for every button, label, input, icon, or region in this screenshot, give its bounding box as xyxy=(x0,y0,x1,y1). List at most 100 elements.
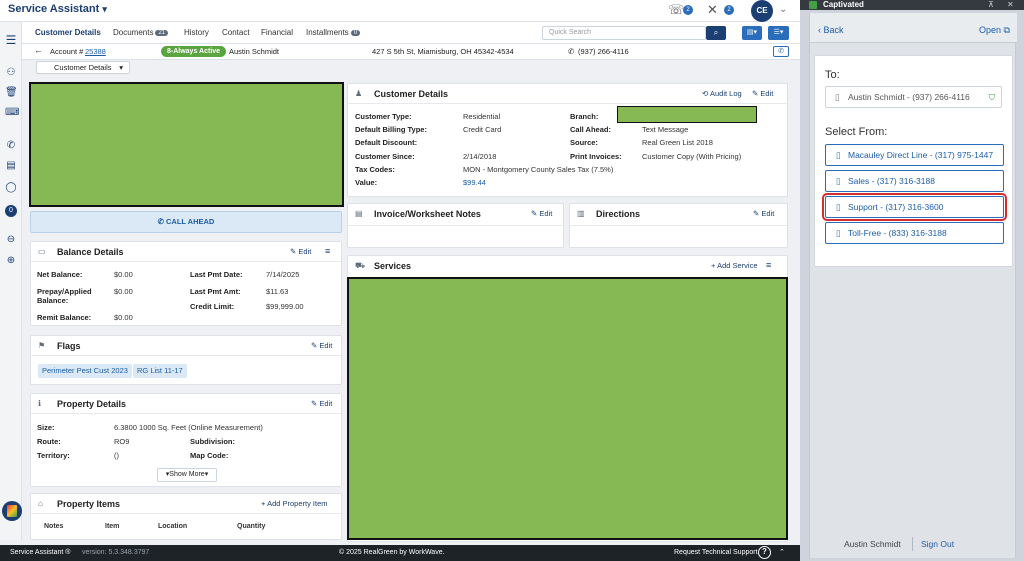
arrow-left-circle-icon[interactable]: ⊖ xyxy=(5,234,17,245)
tab-financial[interactable]: Financial xyxy=(261,28,293,37)
panel-header: ▥ Directions ✎ Edit xyxy=(570,204,787,226)
redacted-services-list xyxy=(347,277,788,540)
detail-value: Customer Copy (With Pricing) xyxy=(642,152,742,161)
add-property-item-button[interactable]: + Add Property Item xyxy=(261,499,328,508)
captivated-header: ‹ Back Open ⧉ xyxy=(810,13,1017,43)
from-option[interactable]: ▯ Sales - (317) 316-3188 xyxy=(825,170,1004,192)
chat-icon[interactable]: ◯ xyxy=(5,182,17,193)
detail-value: Residential xyxy=(463,112,501,121)
search-icon[interactable]: ⌕ xyxy=(706,26,726,40)
tab-label: Customer Details xyxy=(35,28,101,37)
from-option-highlighted[interactable]: ▯ Support - (317) 316-3600 xyxy=(822,193,1007,221)
sign-out-link[interactable]: Sign Out xyxy=(921,539,954,549)
column-header: Quantity xyxy=(237,523,266,530)
mobile-phone-icon: ▯ xyxy=(835,92,840,102)
back-button[interactable]: ‹ Back xyxy=(818,25,844,35)
add-label: Add Service xyxy=(717,261,758,270)
mobile-phone-icon: ▯ xyxy=(836,176,841,186)
print-icon[interactable]: ▤▾ xyxy=(742,26,762,40)
chevron-down-icon: ▾ xyxy=(102,4,107,14)
chevron-down-icon[interactable]: ⌄ xyxy=(779,4,787,15)
support-link[interactable]: Request Technical Support xyxy=(674,549,758,556)
caret-down-icon: ▾ xyxy=(204,471,209,478)
close-icon[interactable]: ✕ xyxy=(1007,0,1014,9)
footer-version: version: 5.3.348.3797 xyxy=(82,549,150,556)
show-more-label: Show More xyxy=(169,471,205,478)
detail-value: Credit Card xyxy=(463,125,502,134)
redacted-branch xyxy=(617,106,757,123)
chevron-up-icon[interactable]: ⌃ xyxy=(779,548,785,556)
user-avatar[interactable]: CE xyxy=(751,0,773,22)
back-arrow-icon[interactable]: ← xyxy=(34,45,43,55)
panel-title: Balance Details xyxy=(57,247,124,257)
hamburger-menu-icon[interactable]: ☰ xyxy=(5,33,17,47)
menu-icon[interactable]: ≡ xyxy=(766,260,771,270)
tab-history[interactable]: History xyxy=(184,28,209,37)
list-menu-icon[interactable]: ☰▾ xyxy=(768,26,789,40)
trash-icon[interactable]: 🗑 xyxy=(5,87,18,98)
realgreen-logo-icon[interactable] xyxy=(2,501,22,521)
customer-phone[interactable]: (937) 266-4116 xyxy=(578,47,629,56)
mobile-phone-icon: ▯ xyxy=(836,228,841,238)
edit-button[interactable]: ✎ Edit xyxy=(753,209,774,218)
home-icon: ⌂ xyxy=(38,499,43,508)
help-icon[interactable]: ? xyxy=(758,546,771,559)
call-ahead-button[interactable]: ✆ CALL AHEAD xyxy=(30,211,342,233)
detail-label: Call Ahead: xyxy=(570,125,611,134)
detail-value: MON - Montgomery County Sales Tax (7.5%) xyxy=(463,165,614,174)
quick-search-input[interactable]: Quick Search xyxy=(542,26,706,40)
map-icon: ▥ xyxy=(577,209,585,218)
tab-documents[interactable]: Documents 21 xyxy=(113,28,169,37)
notes-icon: ▤ xyxy=(355,209,363,218)
edit-button[interactable]: ✎ Edit xyxy=(311,341,332,350)
last-pmt-date-label: Last Pmt Date: xyxy=(190,270,243,279)
add-label: Add Property Item xyxy=(267,499,328,508)
audit-log-button[interactable]: ⟲ Audit Log xyxy=(702,89,742,98)
phone-alert-icon[interactable]: ☏ xyxy=(668,2,684,18)
edit-button[interactable]: ✎ Edit xyxy=(311,399,332,408)
from-option-label: Macauley Direct Line - (317) 975-1447 xyxy=(848,150,994,160)
account-number[interactable]: 25388 xyxy=(85,47,106,56)
wallet-icon: ▭ xyxy=(38,247,46,256)
edit-button[interactable]: ✎ Edit xyxy=(752,89,773,98)
tab-installments[interactable]: Installments 0 xyxy=(306,28,361,37)
from-option[interactable]: ▯ Macauley Direct Line - (317) 975-1447 xyxy=(825,144,1004,166)
status-badge: 8-Always Active xyxy=(161,46,227,57)
documents-count-badge: 21 xyxy=(155,30,169,36)
pin-icon[interactable]: ⊼ xyxy=(988,0,994,9)
phone-icon[interactable]: ✆ xyxy=(5,140,17,151)
edit-label: Edit xyxy=(298,247,312,256)
document-icon[interactable]: ▤ xyxy=(5,160,17,171)
from-option[interactable]: ▯ Toll-Free - (833) 316-3188 xyxy=(825,222,1004,244)
edit-button[interactable]: ✎ Edit xyxy=(531,209,552,218)
keyboard-icon[interactable]: ⌨ xyxy=(5,107,19,118)
add-service-button[interactable]: + Add Service xyxy=(711,261,758,270)
last-pmt-date-value: 7/14/2025 xyxy=(266,270,300,279)
show-more-button[interactable]: ▾Show More▾ xyxy=(157,468,217,482)
account-number-link[interactable]: 25388 xyxy=(85,47,106,56)
tools-icon[interactable]: ✕ xyxy=(707,2,718,18)
customer-details-panel: ♟ Customer Details ⟲ Audit Log ✎ Edit Cu… xyxy=(347,83,788,197)
recipient-card: To: ▯ Austin Schmidt - (937) 266-4116 ⛉ … xyxy=(814,55,1013,267)
mobile-phone-icon: ▯ xyxy=(836,150,841,160)
map-code-label: Map Code: xyxy=(190,451,229,460)
view-dropdown[interactable]: Customer Details ▾ xyxy=(36,61,130,74)
divider xyxy=(912,537,913,551)
edit-button[interactable]: ✎ Edit xyxy=(290,247,311,256)
call-button[interactable]: ✆ xyxy=(773,46,789,57)
recipient-field[interactable]: ▯ Austin Schmidt - (937) 266-4116 ⛉ xyxy=(825,86,1002,108)
route-label: Route: xyxy=(37,437,61,446)
arrow-right-circle-icon[interactable]: ⊕ xyxy=(5,255,17,266)
directions-panel: ▥ Directions ✎ Edit xyxy=(569,203,788,248)
users-icon[interactable]: ⚇ xyxy=(5,67,17,78)
open-button[interactable]: Open ⧉ xyxy=(979,25,1010,36)
detail-label: Tax Codes: xyxy=(355,165,395,174)
recipient-value: Austin Schmidt - (937) 266-4116 xyxy=(848,92,970,102)
app-title[interactable]: Service Assistant ▾ xyxy=(8,3,107,15)
tab-customer-details[interactable]: Customer Details xyxy=(35,28,101,37)
detail-value: Text Message xyxy=(642,125,689,134)
tab-contact[interactable]: Contact xyxy=(222,28,250,37)
call-ahead-label: CALL AHEAD xyxy=(166,217,215,226)
detail-value[interactable]: $99.44 xyxy=(463,178,486,187)
menu-icon[interactable]: ≡ xyxy=(325,246,330,256)
